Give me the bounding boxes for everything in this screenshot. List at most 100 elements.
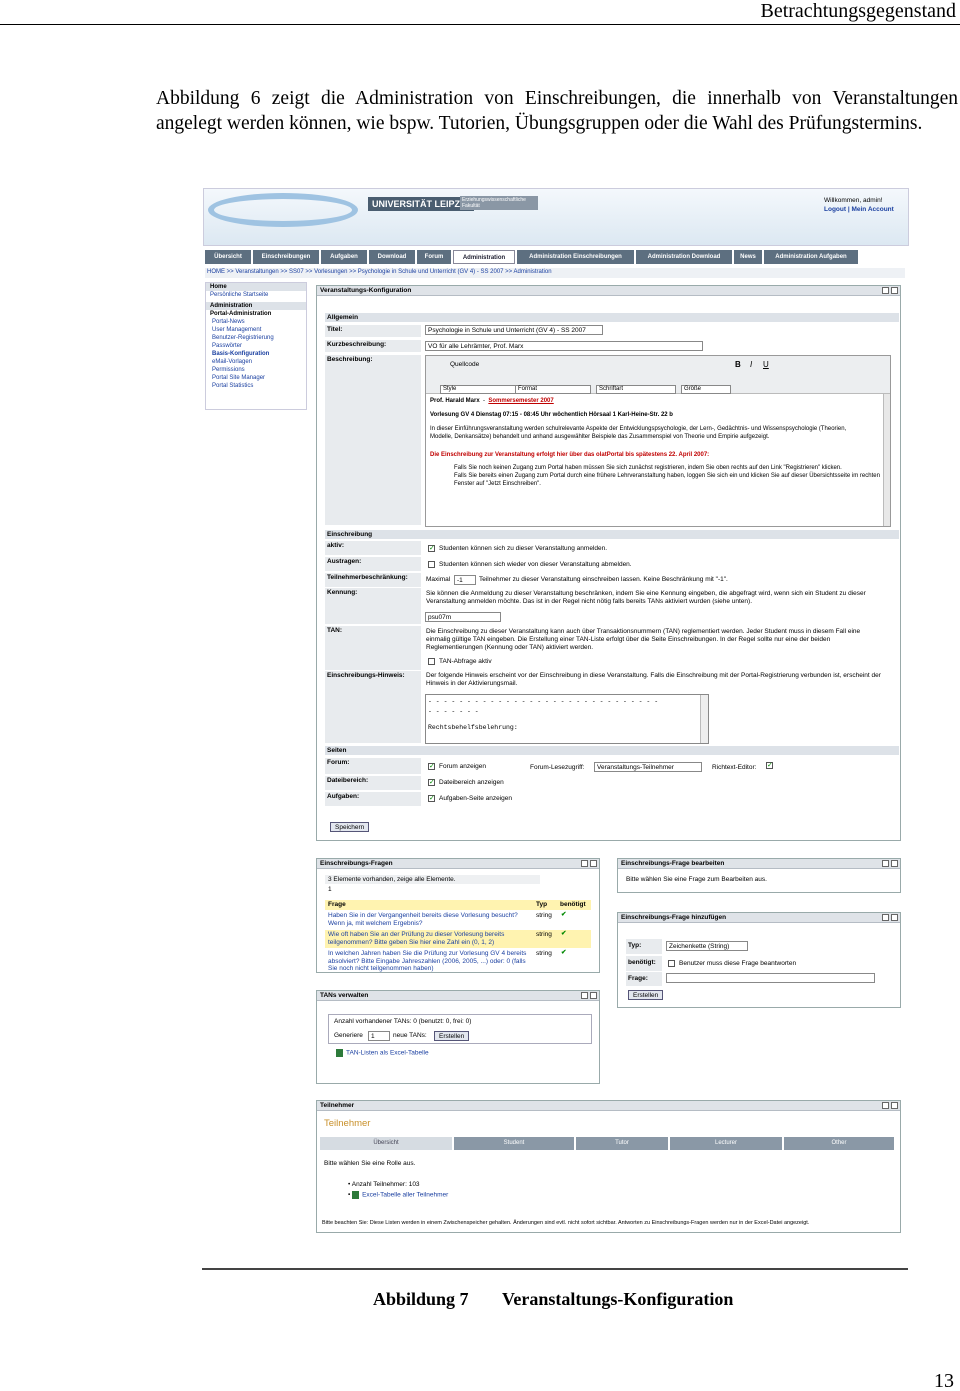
teilnehmer-note: Bitte beachten Sie: Diese Listen werden … <box>322 1220 810 1226</box>
teilnehmer-excel-link[interactable]: • Excel-Tabelle aller Teilnehmer <box>348 1191 448 1199</box>
tab-uebersicht[interactable]: Übersicht <box>205 250 251 264</box>
fragen-one: 1 <box>328 886 332 893</box>
source-button[interactable]: Quellcode <box>450 361 479 368</box>
minimize-icon[interactable] <box>882 287 889 294</box>
richtext-checkbox[interactable]: ✓ <box>766 762 773 769</box>
minimize-icon[interactable] <box>581 860 588 867</box>
tab-aufgaben[interactable]: Aufgaben <box>321 250 367 264</box>
sidebar-item[interactable]: Benutzer-Registrierung <box>206 334 306 342</box>
close-icon[interactable] <box>891 1102 898 1109</box>
minimize-icon[interactable] <box>882 914 889 921</box>
tab-admin-download[interactable]: Administration Download <box>636 250 732 264</box>
minimize-icon[interactable] <box>882 860 889 867</box>
datei-option[interactable]: ✓ Dateibereich anzeigen <box>428 779 504 786</box>
tan-option[interactable]: TAN-Abfrage aktiv <box>428 658 492 665</box>
create-question-button[interactable]: Erstellen <box>628 990 664 1000</box>
close-icon[interactable] <box>891 914 898 921</box>
style-select[interactable]: Style <box>440 385 516 394</box>
frage-typ: string <box>536 931 552 938</box>
close-icon[interactable] <box>891 287 898 294</box>
kennung-input[interactable]: psu07m <box>425 612 501 622</box>
tab-news[interactable]: News <box>734 250 762 264</box>
frage-text[interactable]: Wie oft haben Sie an der Prüfung zu dies… <box>328 931 528 946</box>
tab-forum[interactable]: Forum <box>417 250 451 264</box>
format-select[interactable]: Format <box>515 385 591 394</box>
save-button[interactable]: Speichern <box>330 822 370 832</box>
sidebar-administration[interactable]: Administration <box>206 302 306 310</box>
frage-input[interactable] <box>666 973 875 983</box>
font-select[interactable]: Schriftart <box>596 385 676 394</box>
austragen-checkbox[interactable] <box>428 561 435 568</box>
teilnehmer-excel-text[interactable]: Excel-Tabelle aller Teilnehmer <box>362 1192 448 1199</box>
textarea-scrollbar[interactable] <box>700 695 708 743</box>
close-icon[interactable] <box>891 860 898 867</box>
italic-icon[interactable]: I <box>750 360 752 369</box>
size-select[interactable]: Größe <box>681 385 731 394</box>
table-row[interactable]: Wie oft haben Sie an der Prüfung zu dies… <box>325 930 591 948</box>
sidebar-item[interactable]: Passwörter <box>206 342 306 350</box>
create-tans-button[interactable]: Erstellen <box>434 1031 470 1041</box>
aufgaben-option[interactable]: ✓ Aufgaben-Seite anzeigen <box>428 795 512 802</box>
tan-text: Die Einschreibung zu dieser Veranstaltun… <box>426 628 861 651</box>
sidebar-item[interactable]: eMail-Vorlagen <box>206 358 306 366</box>
role-prompt: Bitte wählen Sie eine Rolle aus. <box>324 1160 416 1167</box>
tan-generate-input[interactable]: 1 <box>368 1031 390 1041</box>
minimize-icon[interactable] <box>882 1102 889 1109</box>
role-tab-student[interactable]: Student <box>454 1137 574 1150</box>
role-tab-uebersicht[interactable]: Übersicht <box>320 1137 452 1150</box>
tab-einschreibungen[interactable]: Einschreibungen <box>253 250 319 264</box>
editor-content[interactable]: Prof. Harald Marx - Sommersemester 2007 … <box>426 394 890 526</box>
tb-input[interactable]: -1 <box>454 575 476 585</box>
role-tab-lecturer[interactable]: Lecturer <box>670 1137 782 1150</box>
forum-option[interactable]: ✓ Forum anzeigen <box>428 763 486 770</box>
aufgaben-checkbox[interactable]: ✓ <box>428 795 435 802</box>
bold-icon[interactable]: B <box>735 360 741 369</box>
sidebar-item[interactable]: Portal Site Manager <box>206 374 306 382</box>
tab-admin-aufgaben[interactable]: Administration Aufgaben <box>764 250 858 264</box>
underline-icon[interactable]: U <box>763 360 769 369</box>
austragen-option[interactable]: Studenten können sich wieder von dieser … <box>428 561 632 568</box>
aktiv-checkbox[interactable]: ✓ <box>428 545 435 552</box>
ben-option[interactable]: Benutzer muss diese Frage beantworten <box>668 960 796 967</box>
sidebar-home[interactable]: Home <box>206 283 306 291</box>
sidebar-item[interactable]: Permissions <box>206 366 306 374</box>
breadcrumb[interactable]: HOME >> Veranstaltungen >> SS07 >> Vorle… <box>205 268 905 278</box>
frage-text[interactable]: In welchen Jahren haben Sie die Prüfung … <box>328 950 533 973</box>
tab-admin-einschreibungen[interactable]: Administration Einschreibungen <box>517 250 634 264</box>
close-icon[interactable] <box>590 992 597 999</box>
tab-administration[interactable]: Administration <box>453 250 515 264</box>
kurz-input[interactable]: VO für alle Lehrämter, Prof. Marx <box>425 341 703 351</box>
aktiv-option[interactable]: ✓ Studenten können sich zu dieser Veranst… <box>428 545 607 552</box>
hinweis-textarea[interactable]: - - - - - - - - - - - - - - - - - - - - … <box>425 694 709 744</box>
frage-text[interactable]: Haben Sie in der Vergangenheit bereits d… <box>328 912 528 927</box>
tab-download[interactable]: Download <box>369 250 415 264</box>
datei-label: Dateibereich: <box>325 776 421 790</box>
sidebar-item[interactable]: Portal Statistics <box>206 382 306 390</box>
sidebar-item[interactable]: User Management <box>206 326 306 334</box>
titel-input[interactable]: Psychologie in Schule und Unterricht (GV… <box>425 325 603 335</box>
datei-checkbox[interactable]: ✓ <box>428 779 435 786</box>
sidebar-startseite[interactable]: Persönliche Startseite <box>206 291 306 299</box>
forum-lese-select[interactable]: Veranstaltungs-Teilnehmer <box>594 762 702 772</box>
table-row[interactable]: In welchen Jahren haben Sie die Prüfung … <box>325 948 591 972</box>
ben-checkbox[interactable] <box>668 960 675 967</box>
sidebar-item[interactable]: Portal-News <box>206 318 306 326</box>
sidebar-item[interactable]: Basis-Konfiguration <box>206 350 306 358</box>
tan-new-label: neue TANs: <box>393 1032 427 1039</box>
tan-excel-link[interactable]: TAN-Listen als Excel-Tabelle <box>336 1049 429 1057</box>
config-window-title: Veranstaltungs-Konfiguration <box>317 286 900 296</box>
close-icon[interactable] <box>590 860 597 867</box>
forum-checkbox[interactable]: ✓ <box>428 763 435 770</box>
tan-excel-text[interactable]: TAN-Listen als Excel-Tabelle <box>346 1050 429 1057</box>
editor-scrollbar[interactable] <box>883 394 890 526</box>
austragen-text: Studenten können sich wieder von dieser … <box>439 561 632 569</box>
account-links[interactable]: Logout | Mein Account <box>824 206 894 213</box>
tan-checkbox[interactable] <box>428 658 435 665</box>
role-tab-other[interactable]: Other <box>784 1137 894 1150</box>
richtext-option[interactable]: ✓ <box>766 762 777 769</box>
typ-select[interactable]: Zeichenkette (String) <box>666 941 748 951</box>
table-row[interactable]: Haben Sie in der Vergangenheit bereits d… <box>325 910 591 930</box>
minimize-icon[interactable] <box>581 992 588 999</box>
role-tab-tutor[interactable]: Tutor <box>576 1137 668 1150</box>
frage-typ: string <box>536 950 552 957</box>
